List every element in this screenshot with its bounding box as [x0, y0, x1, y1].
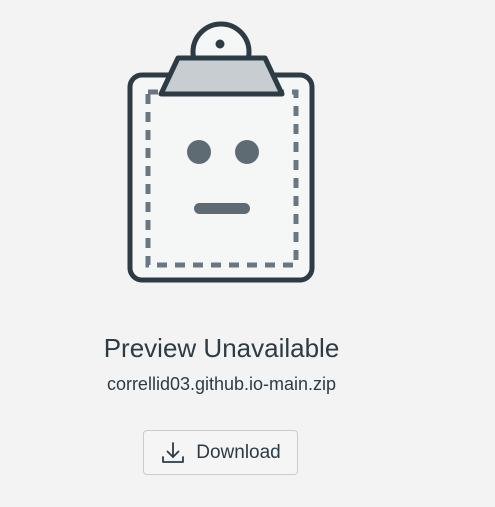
- clipboard-clip-hole: [215, 39, 225, 49]
- preview-unavailable-panel: Preview Unavailable correllid03.github.i…: [0, 0, 495, 507]
- face-mouth: [194, 203, 250, 214]
- clipboard-board: [127, 72, 315, 283]
- file-name: correllid03.github.io-main.zip: [106, 374, 337, 394]
- clipboard-clip: [158, 55, 285, 97]
- face-left-eye: [187, 140, 211, 164]
- clipboard-paper-dashes: [145, 89, 299, 268]
- face-right-eye: [235, 140, 259, 164]
- preview-title: Preview Unavailable: [103, 333, 340, 363]
- download-button-label: Download: [196, 441, 281, 463]
- download-icon: [160, 440, 186, 466]
- clipboard-clip-ring: [190, 21, 252, 83]
- download-button[interactable]: Download: [143, 430, 298, 475]
